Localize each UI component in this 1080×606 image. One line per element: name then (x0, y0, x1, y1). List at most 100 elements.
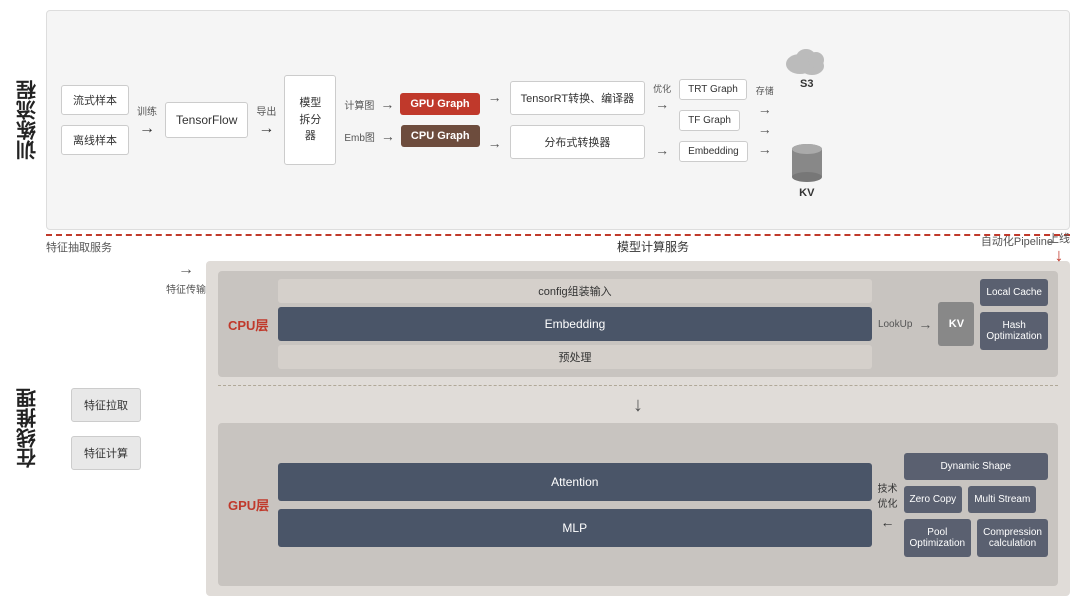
lookup-label: LookUp (878, 319, 912, 330)
cpu-layer-label: CPU层 (228, 315, 270, 334)
export-arrow: 导出 → (256, 103, 276, 138)
model-splitter-text: 模型拆分器 (299, 95, 321, 145)
feature-compute-box: 特征计算 (71, 436, 141, 470)
storage-area: S3 KV (782, 21, 832, 219)
samples-box: 流式样本 离线样本 (61, 85, 129, 155)
multi-stream-box: Multi Stream (968, 486, 1036, 513)
gpu-graph-box: GPU Graph (400, 93, 479, 115)
export-label: 导出 (256, 103, 276, 118)
dist-arrow-icon: → (655, 142, 669, 158)
preprocess-bar: 预处理 (278, 345, 872, 369)
config-input-bar: config组装输入 (278, 279, 872, 303)
cpu-layer-content: config组装输入 Embedding 预处理 LookUp → KV (278, 279, 1048, 369)
tf-graph-row: TF Graph (679, 110, 748, 131)
train-arrow: 训练 → (137, 103, 157, 138)
compute-graph-label: 计算图 (344, 97, 374, 112)
kv-store-label: KV (799, 187, 814, 199)
mlp-bar: MLP (278, 509, 872, 547)
gpu-layer-label: GPU层 (228, 495, 270, 514)
converters-area: TensorRT转换、编译器 分布式转换器 (510, 81, 645, 159)
zero-copy-multi-stream-row: Zero Copy Multi Stream (904, 486, 1049, 513)
center-arrow-down: ↓ (218, 394, 1058, 417)
cpu-graph-row: Emb图 → CPU Graph (344, 125, 479, 147)
feature-extraction: 特征拉取 特征计算 (46, 261, 166, 596)
compression-text: Compression calculation (983, 527, 1042, 549)
local-cache-box: Local Cache (980, 279, 1048, 306)
s3-label: S3 (800, 78, 813, 90)
emb-graph-label: Emb图 (344, 129, 375, 144)
kv-box: KV (938, 302, 974, 346)
tech-opt-label: 技术 优化 (878, 480, 898, 510)
online-text: 上线 (1048, 230, 1070, 246)
stream-sample: 流式样本 (61, 85, 129, 115)
distributed-converter: 分布式转换器 (510, 125, 645, 159)
tf-graph-box: TF Graph (679, 110, 740, 131)
db-icon (790, 141, 824, 185)
cpu-right-opts: Local Cache Hash Optimization (980, 279, 1048, 369)
gpu-layer-content: Attention MLP 技术 优化 ← Dynamic Shape Zero… (278, 453, 1048, 557)
store-arrow3: → (758, 141, 772, 157)
embedding-output-row: Embedding (679, 141, 748, 162)
store-arrow1: → (758, 101, 772, 117)
embedding-output-box: Embedding (679, 141, 748, 162)
section-divider: 特征抽取服务 模型计算服务 上线 ↓ (46, 234, 1070, 255)
dynamic-shape-box: Dynamic Shape (904, 453, 1049, 480)
tensorrt-converter: TensorRT转换、编译器 (510, 81, 645, 115)
feature-transfer-arrow: → 特征传输 (166, 261, 206, 596)
s3-storage: S3 (782, 42, 832, 90)
graph-area: 计算图 → GPU Graph Emb图 → CPU Graph (344, 93, 479, 147)
lookup-kv-area: LookUp → KV (878, 279, 974, 369)
divider-labels: 特征抽取服务 模型计算服务 上线 ↓ (46, 238, 1070, 255)
store-label: 存储 (756, 84, 774, 97)
cpu-bars: config组装输入 Embedding 预处理 (278, 279, 872, 369)
trt-graph-box: TRT Graph (679, 79, 747, 100)
train-label: 训练 (137, 103, 157, 118)
gpu-to-converter-arrow: → (488, 89, 502, 105)
model-service-divider (218, 385, 1058, 386)
training-section: 训练流程 流式样本 离线样本 训练 → TensorFlow 导出 → 模型拆分… (10, 10, 1070, 230)
inference-label: 在线推理 (10, 261, 46, 596)
train-arrow-icon: → (139, 120, 155, 138)
pool-opt-text: Pool Optimization (910, 527, 966, 549)
gpu-right-opts: Dynamic Shape Zero Copy Multi Stream Poo… (904, 453, 1049, 557)
hash-opt-text: Hash Optimization (986, 320, 1042, 342)
down-arrow-icon: ↓ (1055, 246, 1064, 264)
opt-arrow-icon: → (655, 96, 669, 112)
embedding-bar: Embedding (278, 307, 872, 341)
inference-section: 在线推理 特征拉取 特征计算 → 特征传输 CPU层 config组装输入 Em… (10, 261, 1070, 596)
feature-transfer-label: 特征传输 (166, 281, 206, 296)
store-arrows: 存储 → → → (756, 84, 774, 157)
opt-arrows: 优化 → → (653, 82, 671, 158)
store-arrow2: → (758, 121, 772, 137)
gpu-bars: Attention MLP (278, 463, 872, 547)
online-label-group: 上线 ↓ (1048, 230, 1070, 264)
gpu-layer: GPU层 Attention MLP 技术 优化 ← Dynamic Shape (218, 423, 1058, 586)
mid-arrows: → → (488, 89, 502, 151)
pool-opt-box: Pool Optimization (904, 519, 972, 557)
optimize-label: 优化 (653, 82, 671, 95)
feature-extraction-header: 特征抽取服务 (46, 239, 176, 255)
model-service-header: 模型计算服务 (236, 238, 1070, 255)
divider-line (46, 234, 1070, 236)
export-arrow-icon: → (258, 120, 274, 138)
cpu-graph-box: CPU Graph (401, 125, 480, 147)
trt-graph-row: TRT Graph (679, 79, 748, 100)
pool-compression-row: Pool Optimization Compression calculatio… (904, 519, 1049, 557)
cpu-layer: CPU层 config组装输入 Embedding 预处理 LookUp → K… (218, 271, 1058, 377)
kv-storage: KV (790, 141, 824, 199)
model-computation: CPU层 config组装输入 Embedding 预处理 LookUp → K… (206, 261, 1070, 596)
output-graphs: TRT Graph TF Graph Embedding (679, 79, 748, 162)
tensorflow-box: TensorFlow (165, 102, 248, 138)
opt-arrow-group: 优化 → (653, 82, 671, 112)
attention-bar: Attention (278, 463, 872, 501)
training-label: 训练流程 (10, 10, 46, 230)
lookup-arrow: → (918, 316, 932, 332)
center-down-arrow-icon: ↓ (633, 394, 643, 417)
feature-transfer-arrow-icon: → (178, 261, 194, 279)
compute-graph-arrow: → (380, 96, 394, 112)
zero-copy-box: Zero Copy (904, 486, 963, 513)
tech-opt-area: 技术 优化 ← (878, 480, 898, 530)
hash-opt-box: Hash Optimization (980, 312, 1048, 350)
feature-pull-box: 特征拉取 (71, 388, 141, 422)
gpu-graph-row: 计算图 → GPU Graph (344, 93, 479, 115)
